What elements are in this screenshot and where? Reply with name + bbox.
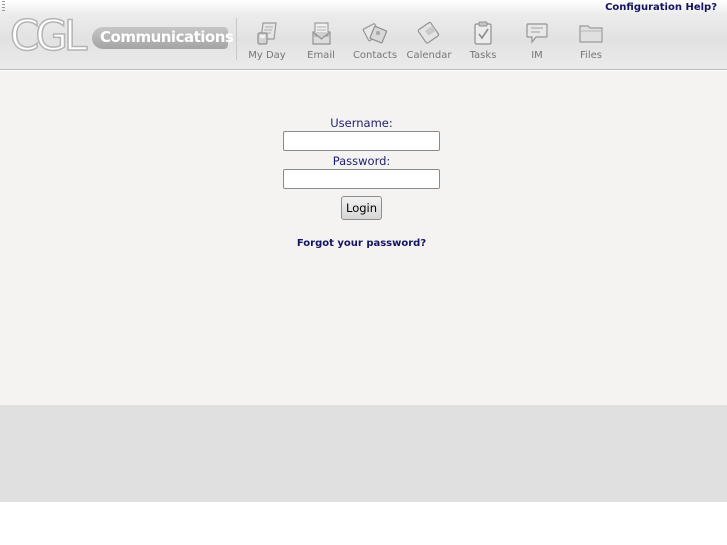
configuration-help-link[interactable]: Configuration Help? — [605, 2, 717, 13]
nav-item-calendar[interactable]: Calendar — [402, 19, 456, 65]
logo: CGL Communications — [9, 10, 234, 61]
username-label: Username: — [330, 116, 393, 130]
grip-handle — [2, 1, 5, 13]
nav-item-im[interactable]: IM — [510, 19, 564, 65]
forgot-password-link[interactable]: Forgot your password? — [0, 238, 723, 249]
header-bar: Configuration Help? CGL Communications M… — [0, 0, 727, 70]
login-button[interactable]: Login — [340, 196, 383, 220]
password-label: Password: — [332, 154, 391, 168]
password-input[interactable] — [283, 169, 440, 189]
calendar-icon — [414, 19, 444, 47]
nav-label-calendar: Calendar — [406, 50, 452, 61]
nav-label-contacts: Contacts — [352, 50, 398, 61]
nav-item-contacts[interactable]: Contacts — [348, 19, 402, 65]
main-nav: My Day Email Contacts Calendar Tasks IM … — [240, 19, 618, 65]
files-icon — [576, 19, 606, 47]
email-icon — [306, 19, 336, 47]
nav-label-files: Files — [580, 50, 602, 61]
nav-label-email: Email — [307, 50, 335, 61]
footer-band — [0, 405, 727, 502]
nav-item-tasks[interactable]: Tasks — [456, 19, 510, 65]
logo-letters: CGL — [9, 10, 88, 61]
my-day-icon — [252, 19, 282, 47]
page: Configuration Help? CGL Communications M… — [0, 0, 727, 545]
username-input[interactable] — [283, 131, 440, 151]
nav-label-my-day: My Day — [248, 50, 286, 61]
nav-item-files[interactable]: Files — [564, 19, 618, 65]
logo-word: Communications — [100, 28, 234, 46]
contacts-icon — [360, 19, 390, 47]
nav-item-email[interactable]: Email — [294, 19, 348, 65]
nav-label-im: IM — [531, 50, 543, 61]
nav-item-my-day[interactable]: My Day — [240, 19, 294, 65]
tasks-icon — [468, 19, 498, 47]
nav-label-tasks: Tasks — [469, 50, 497, 61]
im-icon — [522, 19, 552, 47]
header-divider — [236, 18, 237, 60]
login-form: Username: Password: Login — [283, 116, 440, 220]
logo-banner: Communications — [92, 27, 234, 49]
